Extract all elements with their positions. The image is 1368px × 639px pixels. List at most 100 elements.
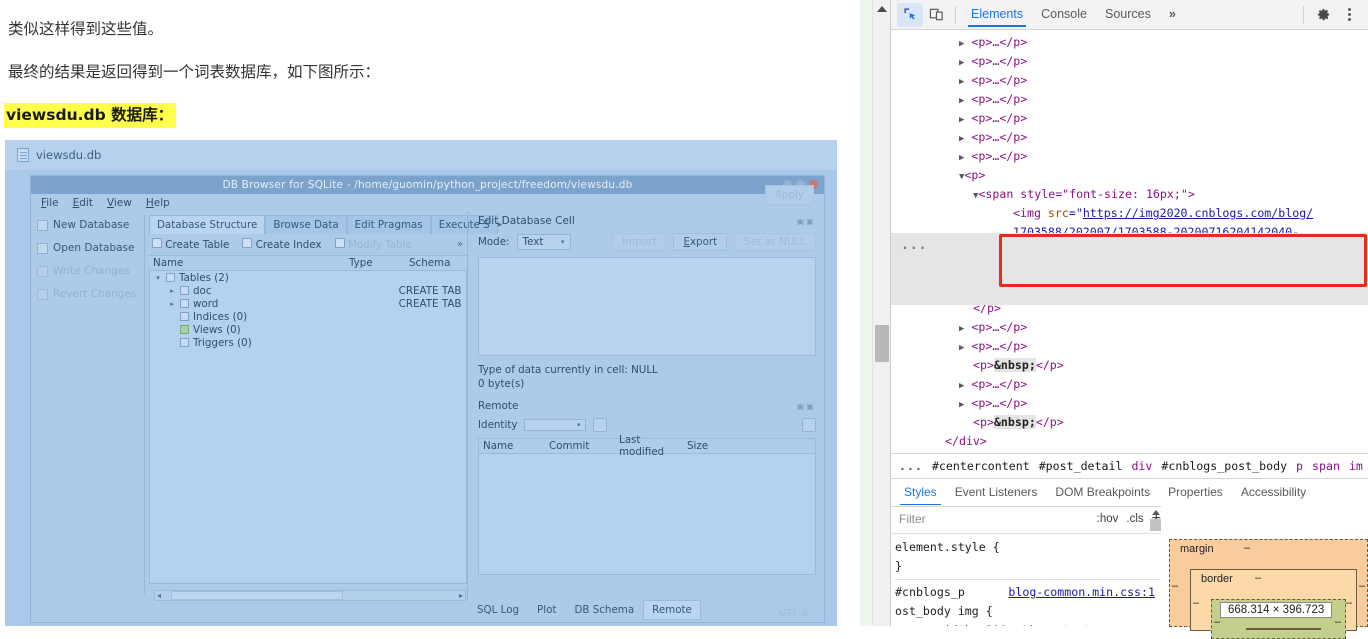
- expand-arrow-icon[interactable]: ▶: [959, 381, 964, 391]
- more-tabs-chevron-icon[interactable]: »: [1160, 2, 1185, 27]
- tab-sources[interactable]: Sources: [1096, 2, 1160, 27]
- dom-line[interactable]: ▶ <p>…</p>: [891, 375, 1368, 394]
- panel-dock-close-icons[interactable]: ▣▣: [797, 217, 816, 226]
- page-scrollbar-thumb[interactable]: [875, 325, 889, 362]
- tab-styles[interactable]: Styles: [895, 479, 946, 506]
- dom-line[interactable]: ▶ <p>…</p>: [891, 128, 1368, 147]
- tree-header-type[interactable]: Type: [349, 257, 409, 269]
- box-model-diagram[interactable]: margin – – border – – padding – – – – – …: [1169, 533, 1368, 626]
- expand-arrow-icon[interactable]: ▸: [168, 300, 176, 308]
- dom-line[interactable]: </div>: [891, 432, 1368, 450]
- expand-arrow-icon[interactable]: ▶: [959, 400, 964, 410]
- box-model-content[interactable]: [1246, 628, 1321, 630]
- tree-row-views[interactable]: Views (0): [150, 323, 466, 336]
- dom-line[interactable]: ▶ <p>…</p>: [891, 147, 1368, 166]
- css-source-link[interactable]: blog-common.min.css:1: [1008, 583, 1161, 602]
- styles-rules-pane[interactable]: element.style { } #cnblogs_pblog-common.…: [891, 533, 1161, 626]
- tab-browse-data[interactable]: Browse Data: [265, 215, 346, 234]
- breadcrumb-span[interactable]: span: [1312, 459, 1340, 473]
- breadcrumb-centercontent[interactable]: #centercontent: [932, 459, 1030, 473]
- tree-row-indices[interactable]: Indices (0): [150, 310, 466, 323]
- expand-arrow-icon[interactable]: ▶: [959, 39, 964, 49]
- box-model-border[interactable]: border – – padding – – – –: [1190, 569, 1357, 631]
- dom-line-nbsp[interactable]: <p>&nbsp;</p>: [891, 413, 1368, 432]
- border-right-value[interactable]: –: [1346, 597, 1352, 609]
- remote-col-size[interactable]: Size: [683, 440, 815, 452]
- tree-row-doc[interactable]: ▸doc CREATE TAB: [150, 284, 466, 297]
- remote-push-icon[interactable]: [802, 418, 816, 432]
- dom-line-span-open[interactable]: ▼<span style="font-size: 16px;">: [891, 185, 1368, 204]
- export-button[interactable]: Export: [673, 233, 727, 251]
- menu-view[interactable]: View: [107, 197, 132, 209]
- toolbar-overflow-chevron-icon[interactable]: »: [457, 239, 463, 250]
- scroll-left-arrow-icon[interactable]: ◂: [155, 591, 163, 600]
- margin-top-value[interactable]: –: [1244, 542, 1250, 554]
- open-database-button[interactable]: Open Database: [37, 242, 140, 254]
- dom-line[interactable]: ▶ <p>…</p>: [891, 52, 1368, 71]
- element-style-rule[interactable]: element.style {: [895, 538, 1161, 557]
- dom-line-img-1[interactable]: <img src="https://img2020.cnblogs.com/bl…: [891, 204, 1368, 223]
- menu-help[interactable]: Help: [146, 197, 170, 209]
- tab-properties[interactable]: Properties: [1159, 479, 1232, 506]
- breadcrumb-overflow[interactable]: ...: [899, 459, 923, 473]
- tree-row-word[interactable]: ▸word CREATE TAB: [150, 297, 466, 310]
- expand-arrow-icon[interactable]: ▶: [959, 77, 964, 87]
- tab-edit-pragmas[interactable]: Edit Pragmas: [347, 215, 431, 234]
- inspect-element-icon[interactable]: [897, 3, 923, 27]
- gear-icon[interactable]: [1310, 3, 1336, 27]
- expand-arrow-icon[interactable]: ▶: [959, 58, 964, 68]
- schema-tree[interactable]: ▾Tables (2) ▸doc CREATE TAB ▸word CREATE…: [149, 271, 467, 584]
- dom-line[interactable]: ▶ <p>…</p>: [891, 90, 1368, 109]
- expand-arrow-icon[interactable]: ▶: [959, 115, 964, 125]
- css-declaration[interactable]: max-width: 100% !important;: [895, 621, 1161, 626]
- mode-select[interactable]: Text▾: [517, 234, 571, 250]
- globe-icon[interactable]: [593, 418, 607, 432]
- dom-line[interactable]: ▶ <p>…</p>: [891, 394, 1368, 413]
- breadcrumb-div[interactable]: div: [1131, 459, 1152, 473]
- filter-input[interactable]: Filter: [899, 512, 1089, 526]
- dom-line-p-expanded[interactable]: ▼<p>: [891, 166, 1368, 185]
- tab-database-structure[interactable]: Database Structure: [149, 215, 265, 234]
- styles-scrollbar-thumb[interactable]: [1150, 519, 1161, 531]
- create-index-button[interactable]: Create Index: [242, 238, 321, 251]
- device-toolbar-icon[interactable]: [923, 3, 949, 27]
- cls-toggle[interactable]: .cls: [1126, 513, 1143, 525]
- breadcrumb-post-detail[interactable]: #post_detail: [1039, 459, 1123, 473]
- node-ellipsis-marker[interactable]: ...: [901, 236, 927, 255]
- expand-arrow-icon[interactable]: ▾: [154, 274, 162, 282]
- dom-line[interactable]: ▶ <p>…</p>: [891, 318, 1368, 337]
- remote-col-modified[interactable]: Last modified: [615, 434, 683, 458]
- create-table-button[interactable]: Create Table: [152, 238, 229, 251]
- content-box-size[interactable]: 668.314 × 396.723: [1220, 602, 1332, 618]
- remote-col-commit[interactable]: Commit: [545, 440, 615, 452]
- expand-arrow-icon[interactable]: ▶: [959, 96, 964, 106]
- menu-file[interactable]: File: [41, 197, 59, 209]
- margin-left-value[interactable]: –: [1172, 580, 1178, 592]
- page-scrollbar[interactable]: [872, 0, 890, 626]
- remote-dock-close-icons[interactable]: ▣▣: [797, 402, 816, 411]
- expand-arrow-icon[interactable]: ▶: [959, 153, 964, 163]
- border-left-value[interactable]: –: [1193, 597, 1199, 609]
- identity-select[interactable]: ▾: [524, 419, 586, 431]
- expand-arrow-icon[interactable]: ▶: [959, 324, 964, 334]
- img-src-part-1[interactable]: https://img2020.cnblogs.com/blog/: [1083, 206, 1313, 220]
- tab-dom-breakpoints[interactable]: DOM Breakpoints: [1046, 479, 1159, 506]
- tab-elements[interactable]: Elements: [962, 2, 1032, 27]
- scroll-up-arrow-icon[interactable]: [877, 6, 887, 12]
- expand-arrow-icon[interactable]: ▸: [168, 287, 176, 295]
- hov-toggle[interactable]: :hov: [1097, 513, 1119, 525]
- scrollbar-thumb[interactable]: [171, 591, 343, 600]
- dom-line[interactable]: ▶ <p>…</p>: [891, 71, 1368, 90]
- dom-line-nbsp[interactable]: <p>&nbsp;</p>: [891, 356, 1368, 375]
- tree-header-schema[interactable]: Schema: [409, 257, 467, 269]
- scroll-right-arrow-icon[interactable]: ▸: [457, 591, 465, 600]
- menu-edit[interactable]: Edit: [73, 197, 93, 209]
- box-model-margin[interactable]: margin – – border – – padding – – – – – …: [1169, 539, 1368, 627]
- tree-header-name[interactable]: Name: [149, 257, 349, 269]
- scroll-up-arrow-icon[interactable]: [1152, 510, 1160, 515]
- dom-line[interactable]: ▶ <p>…</p>: [891, 109, 1368, 128]
- dom-tree[interactable]: ... ▶ <p>…</p> ▶ <p>…</p> ▶ <p>…</p> ▶ <…: [891, 30, 1368, 450]
- tab-console[interactable]: Console: [1032, 2, 1096, 27]
- expand-arrow-icon[interactable]: ▶: [959, 134, 964, 144]
- css-selector-line1[interactable]: #cnblogs_p: [895, 585, 965, 599]
